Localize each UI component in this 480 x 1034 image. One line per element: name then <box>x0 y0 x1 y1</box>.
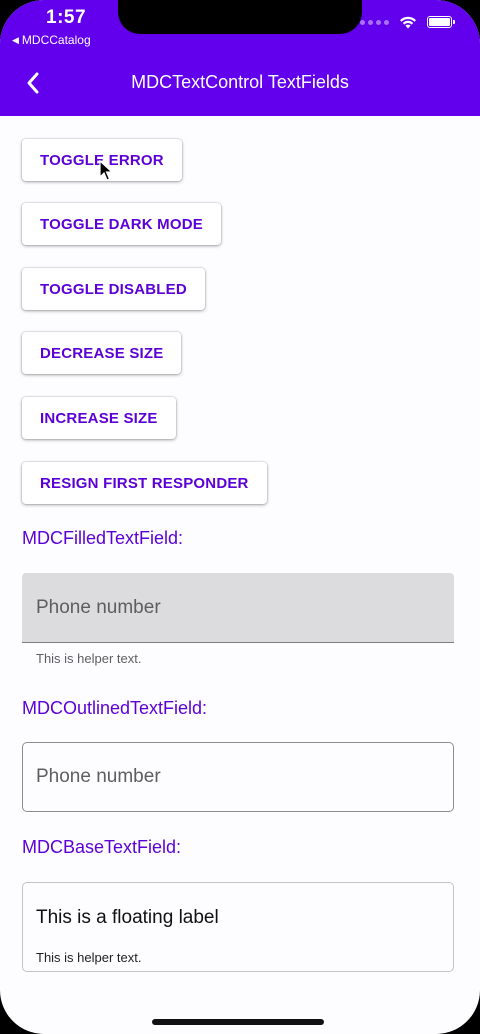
base-textfield-heading: MDCBaseTextField: <box>22 837 182 857</box>
resign-first-responder-button[interactable]: RESIGN FIRST RESPONDER <box>22 462 267 504</box>
wifi-icon <box>400 16 416 29</box>
back-to-app-link[interactable]: ◀ MDCCatalog <box>12 33 91 47</box>
status-icons <box>360 15 455 29</box>
status-bar: 1:57 ◀ MDCCatalog <box>0 0 480 58</box>
filled-field-placeholder: Phone number <box>36 597 161 618</box>
base-field-floating-label: This is a floating label <box>36 907 219 928</box>
outlined-textfield-heading: MDCOutlinedTextField: <box>22 698 208 718</box>
phone-screen: 1:57 ◀ MDCCatalog MDCTextControl TextFie… <box>0 0 480 1034</box>
battery-icon <box>427 16 455 28</box>
increase-size-button[interactable]: INCREASE SIZE <box>22 397 176 439</box>
status-time: 1:57 <box>46 7 87 28</box>
home-indicator[interactable] <box>152 1019 324 1025</box>
base-text-field[interactable]: This is a floating label This is helper … <box>22 882 454 972</box>
mouse-pointer-icon <box>99 160 113 181</box>
device-notch <box>118 0 362 34</box>
toggle-dark-mode-button[interactable]: TOGGLE DARK MODE <box>22 203 221 245</box>
decrease-size-button[interactable]: DECREASE SIZE <box>22 332 182 374</box>
back-triangle-icon: ◀ <box>12 34 19 45</box>
filled-field-helper-text: This is helper text. <box>36 651 142 666</box>
phone-number-filled-field[interactable]: Phone number <box>22 573 454 643</box>
filled-textfield-heading: MDCFilledTextField: <box>22 528 184 548</box>
base-field-helper-text: This is helper text. <box>36 950 142 965</box>
signal-dots-icon <box>360 19 389 25</box>
page-title: MDCTextControl TextFields <box>131 72 349 92</box>
outlined-field-placeholder: Phone number <box>36 766 161 787</box>
toggle-disabled-button[interactable]: TOGGLE DISABLED <box>22 268 205 310</box>
back-to-app-label: MDCCatalog <box>21 33 91 47</box>
app-bar: MDCTextControl TextFields <box>0 58 480 116</box>
phone-number-outlined-field[interactable]: Phone number <box>22 742 454 812</box>
